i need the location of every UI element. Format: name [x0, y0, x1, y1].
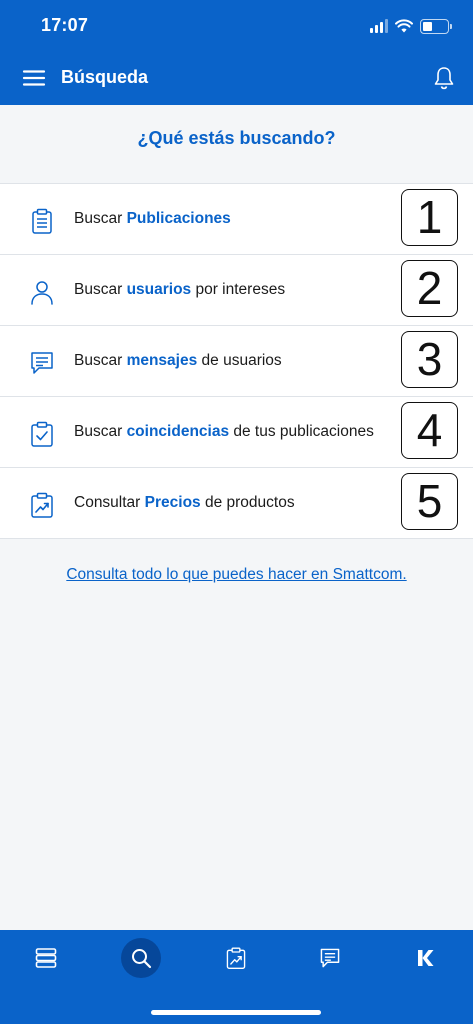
clipboard-list-icon — [32, 208, 52, 234]
tab-search[interactable] — [121, 938, 161, 978]
page-title: Búsqueda — [61, 67, 149, 87]
stack-icon — [35, 948, 57, 968]
user-icon — [31, 281, 53, 305]
option-search-matches[interactable]: Buscar coincidencias de tus publicacione… — [0, 397, 473, 468]
tab-messages[interactable] — [310, 938, 350, 978]
option-check-prices[interactable]: Consultar Precios de productos 5 — [0, 468, 473, 539]
option-search-messages[interactable]: Buscar mensajes de usuarios 3 — [0, 326, 473, 397]
option-number-badge: 1 — [401, 189, 458, 246]
more-info-link[interactable]: Consulta todo lo que puedes hacer en Sma… — [0, 566, 473, 584]
status-time: 17:07 — [41, 15, 89, 35]
option-number-badge: 4 — [401, 402, 458, 459]
option-number-badge: 3 — [401, 331, 458, 388]
search-question-heading: ¿Qué estás buscando? — [137, 128, 336, 148]
clipboard-chart-icon — [31, 492, 53, 518]
option-search-users[interactable]: Buscar usuarios por intereses 2 — [0, 255, 473, 326]
bottom-tab-bar — [0, 930, 473, 1024]
option-search-publications[interactable]: Buscar Publicaciones 1 — [0, 184, 473, 255]
option-label: Buscar usuarios por intereses — [74, 281, 286, 298]
battery-icon — [420, 18, 452, 34]
tab-publications[interactable] — [26, 938, 66, 978]
status-bar: 17:07 — [0, 0, 473, 52]
message-icon — [31, 352, 53, 374]
nav-bar: Búsqueda — [0, 52, 473, 105]
message-icon — [320, 948, 340, 968]
tab-prices[interactable] — [216, 938, 256, 978]
tab-smattcom[interactable] — [405, 938, 445, 978]
cellular-signal-icon — [370, 19, 388, 33]
app-header: 17:07 Búsqueda — [0, 0, 473, 105]
option-label: Buscar mensajes de usuarios — [74, 352, 282, 369]
option-number-badge: 5 — [401, 473, 458, 530]
search-options-list: Buscar Publicaciones 1 Buscar usuarios p… — [0, 183, 473, 539]
menu-icon[interactable] — [22, 66, 46, 90]
k-logo-icon — [418, 950, 434, 966]
option-label: Buscar coincidencias de tus publicacione… — [74, 423, 374, 440]
bell-icon[interactable] — [431, 65, 457, 91]
wifi-icon — [395, 19, 413, 33]
option-label: Consultar Precios de productos — [74, 494, 295, 511]
option-number-badge: 2 — [401, 260, 458, 317]
clipboard-chart-icon — [226, 947, 246, 969]
status-icons — [370, 16, 452, 36]
home-indicator — [151, 1010, 321, 1015]
option-label: Buscar Publicaciones — [74, 210, 231, 227]
clipboard-check-icon — [31, 421, 53, 447]
search-icon — [132, 949, 152, 969]
